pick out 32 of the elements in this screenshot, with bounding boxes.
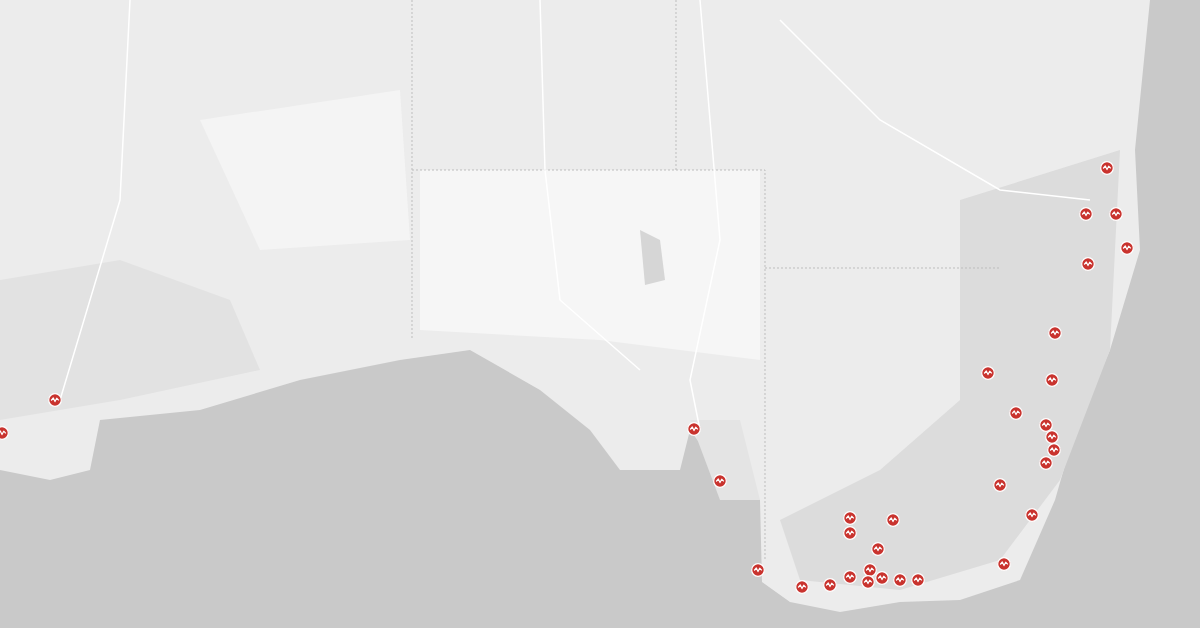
- pulse-marker[interactable]: [863, 563, 877, 577]
- pulse-marker[interactable]: [993, 478, 1007, 492]
- pulse-marker[interactable]: [795, 580, 809, 594]
- pulse-marker[interactable]: [1048, 326, 1062, 340]
- pulse-marker[interactable]: [893, 573, 907, 587]
- pulse-marker[interactable]: [687, 422, 701, 436]
- pulse-marker[interactable]: [1045, 373, 1059, 387]
- pulse-marker[interactable]: [981, 366, 995, 380]
- pulse-marker[interactable]: [751, 563, 765, 577]
- pulse-marker[interactable]: [1100, 161, 1114, 175]
- pulse-marker[interactable]: [997, 557, 1011, 571]
- pulse-marker[interactable]: [886, 513, 900, 527]
- pulse-marker[interactable]: [1025, 508, 1039, 522]
- pulse-marker[interactable]: [1045, 430, 1059, 444]
- pulse-marker[interactable]: [843, 511, 857, 525]
- pulse-marker[interactable]: [1039, 418, 1053, 432]
- pulse-marker[interactable]: [1081, 257, 1095, 271]
- pulse-marker[interactable]: [871, 542, 885, 556]
- pulse-marker[interactable]: [1047, 443, 1061, 457]
- pulse-marker[interactable]: [1120, 241, 1134, 255]
- pulse-marker[interactable]: [843, 570, 857, 584]
- pulse-marker[interactable]: [1009, 406, 1023, 420]
- pulse-marker[interactable]: [843, 526, 857, 540]
- pulse-marker[interactable]: [911, 573, 925, 587]
- pulse-marker[interactable]: [861, 575, 875, 589]
- pulse-marker[interactable]: [875, 571, 889, 585]
- pulse-marker[interactable]: [823, 578, 837, 592]
- pulse-marker[interactable]: [1079, 207, 1093, 221]
- pulse-marker[interactable]: [713, 474, 727, 488]
- pulse-marker[interactable]: [1109, 207, 1123, 221]
- pulse-marker[interactable]: [48, 393, 62, 407]
- pulse-marker[interactable]: [1039, 456, 1053, 470]
